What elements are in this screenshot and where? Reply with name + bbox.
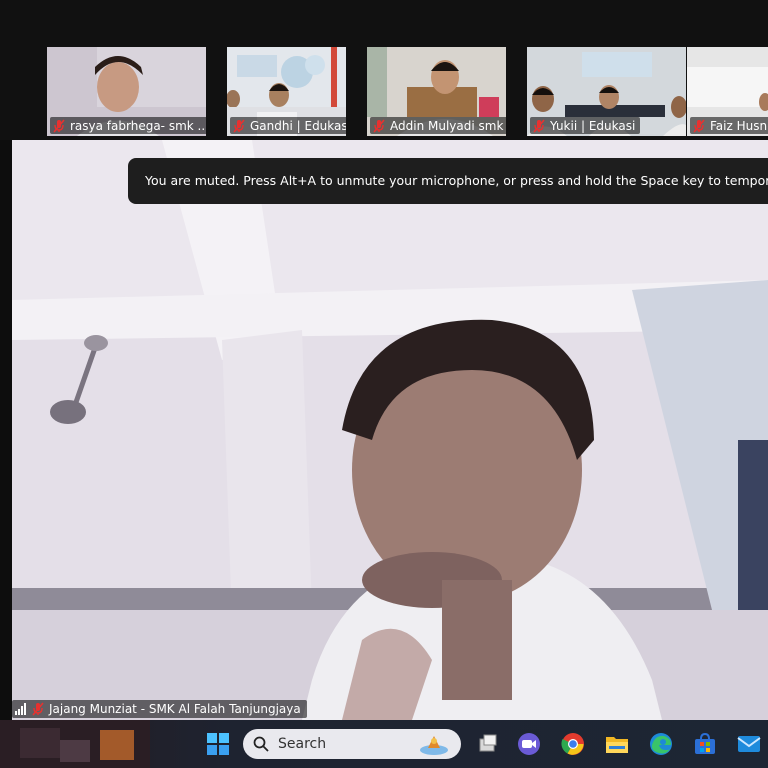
- zoom-app-button[interactable]: [515, 730, 543, 758]
- participant-name-5: Faiz Husni: [690, 117, 768, 134]
- participant-strip: rasya fabrhega- smk ... Gandhi | Edukasi: [0, 0, 768, 140]
- mail-icon: [737, 736, 761, 752]
- speaker-video-frame: [12, 140, 768, 720]
- task-view-icon: [479, 734, 497, 752]
- search-label: Search: [278, 736, 327, 752]
- participant-name-3: Addin Mulyadi smk al...: [370, 117, 506, 134]
- mic-muted-icon: [373, 118, 385, 133]
- mic-muted-icon: [53, 118, 65, 133]
- store-icon: [695, 733, 715, 754]
- task-view-button[interactable]: [473, 730, 501, 758]
- participant-name-2: Gandhi | Edukasi: [230, 117, 346, 134]
- participant-tile-1[interactable]: rasya fabrhega- smk ...: [47, 47, 206, 136]
- signal-strength-icon: [15, 703, 26, 715]
- participant-name-4: Yukii | Edukasi: [530, 117, 641, 134]
- file-explorer-button[interactable]: [603, 730, 631, 758]
- search-icon: [253, 736, 269, 752]
- zoom-icon: [518, 733, 540, 755]
- mic-muted-icon: [533, 118, 545, 133]
- taskbar-search-box[interactable]: Search: [243, 729, 461, 759]
- participant-tile-2[interactable]: Gandhi | Edukasi: [227, 47, 346, 136]
- active-speaker-label: Jajang Munziat - SMK Al Falah Tanjungjay…: [12, 700, 307, 718]
- file-explorer-icon: [606, 737, 628, 753]
- windows-start-icon: [207, 733, 229, 755]
- mic-muted-icon: [693, 118, 705, 133]
- muted-notification-text: You are muted. Press Alt+A to unmute you…: [145, 173, 768, 188]
- start-button[interactable]: [204, 730, 232, 758]
- chrome-app-button[interactable]: [559, 730, 587, 758]
- mic-muted-icon: [233, 118, 245, 133]
- chrome-icon: [561, 733, 584, 755]
- edge-icon: [650, 733, 672, 755]
- muted-notification: You are muted. Press Alt+A to unmute you…: [128, 158, 768, 204]
- participant-tile-5[interactable]: Faiz Husni: [687, 47, 768, 136]
- search-highlight-icon: [420, 736, 448, 755]
- taskbar-widget-thumbnail: [0, 720, 150, 768]
- mic-muted-icon: [32, 702, 44, 716]
- store-app-button[interactable]: [691, 730, 719, 758]
- mail-app-button[interactable]: [735, 730, 763, 758]
- participant-tile-4[interactable]: Yukii | Edukasi: [527, 47, 686, 136]
- participant-tile-3[interactable]: Addin Mulyadi smk al...: [367, 47, 506, 136]
- edge-app-button[interactable]: [647, 730, 675, 758]
- taskbar: Search: [0, 720, 768, 768]
- participant-name-1: rasya fabrhega- smk ...: [50, 117, 206, 134]
- active-speaker-video[interactable]: You are muted. Press Alt+A to unmute you…: [12, 140, 768, 720]
